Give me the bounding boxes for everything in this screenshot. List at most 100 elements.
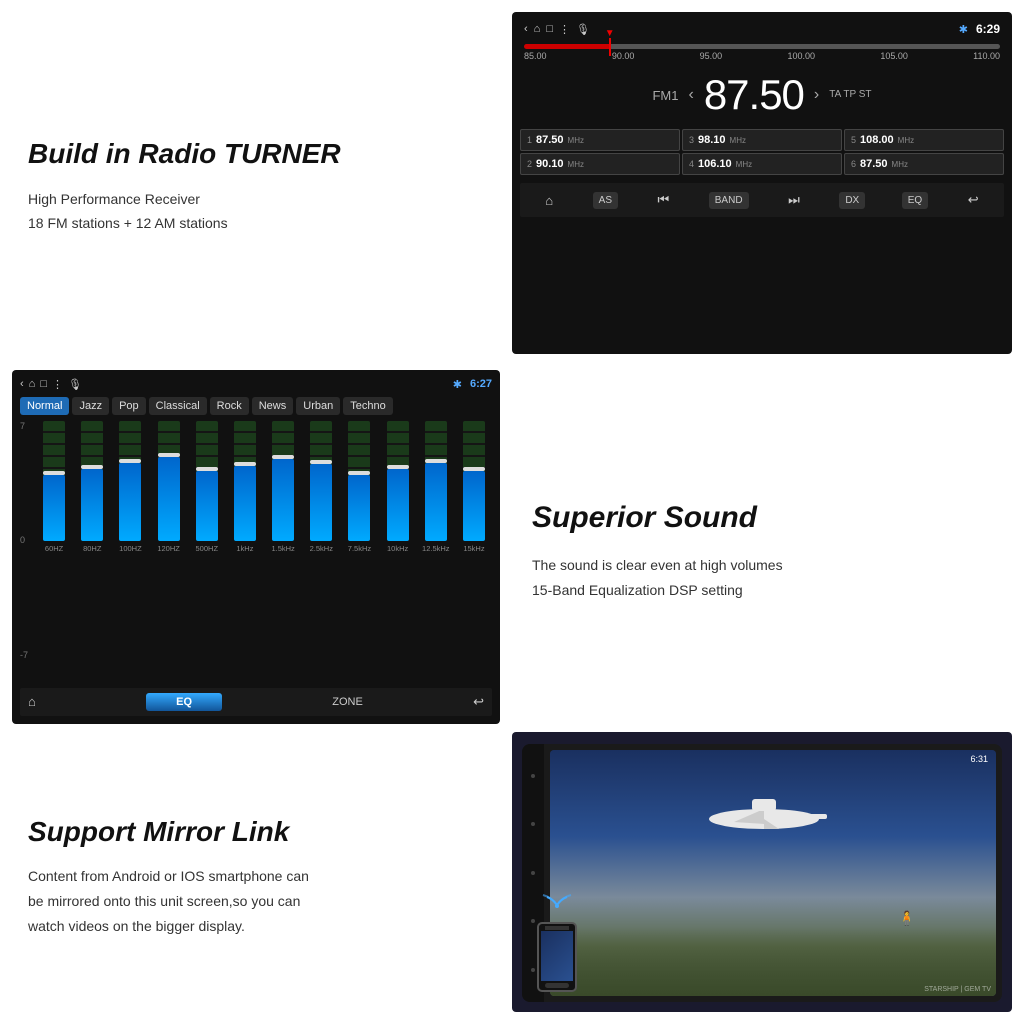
home-icon[interactable]: ⌂ (534, 23, 541, 35)
preset-freq: 98.10 (698, 134, 726, 146)
preset-freq: 108.00 (860, 134, 894, 146)
preset-item-1[interactable]: 1 87.50 MHz (520, 129, 680, 151)
preset-unit: MHz (568, 136, 584, 145)
side-dot-5 (531, 968, 535, 972)
eq-preset-urban[interactable]: Urban (296, 397, 340, 415)
car-unit: 6:31 🧍 STAR (522, 744, 1002, 1002)
eq-freq-12p5khz: 12.5kHz (418, 544, 454, 553)
preset-unit: MHz (892, 160, 908, 169)
eq-home-btn[interactable]: ⌂ (28, 694, 36, 709)
eq-presets: Normal Jazz Pop Classical Rock News Urba… (20, 397, 492, 415)
eq-bar-track-15khz[interactable] (463, 421, 485, 541)
eq-back-icon[interactable]: ‹ (20, 378, 24, 391)
side-dot-3 (531, 871, 535, 875)
radio-tuner-title: Build in Radio TURNER (28, 138, 492, 170)
mic-icon: 🎙 (576, 23, 590, 36)
eq-eq-btn[interactable]: EQ (146, 693, 222, 711)
preset-item-5[interactable]: 5 108.00 MHz (844, 129, 1004, 151)
eq-preset-jazz[interactable]: Jazz (72, 397, 109, 415)
eq-bar-handle-10khz[interactable] (387, 465, 409, 469)
band-btn[interactable]: BAND (709, 192, 749, 209)
eq-bar-handle-500hz[interactable] (196, 467, 218, 471)
preset-item-3[interactable]: 3 98.10 MHz (682, 129, 842, 151)
eq-bar-500hz (189, 421, 225, 541)
freq-main-row: FM1 ‹ 87.50 › TA TP ST (520, 65, 1004, 125)
freq-value: 87.50 (704, 71, 804, 119)
preset-num: 4 (689, 159, 694, 169)
menu-icon[interactable]: ⋮ (559, 23, 570, 36)
preset-item-2[interactable]: 2 90.10 MHz (520, 153, 680, 175)
eq-preset-pop[interactable]: Pop (112, 397, 146, 415)
eq-bar-track-7p5khz[interactable] (348, 421, 370, 541)
eq-bar-handle-1khz[interactable] (234, 462, 256, 466)
eq-bar-handle-15khz[interactable] (463, 467, 485, 471)
eq-bar-fill-500hz (196, 471, 218, 541)
eq-btn[interactable]: EQ (902, 192, 928, 209)
preset-freq: 90.10 (536, 158, 564, 170)
eq-back-btn[interactable]: ↩ (473, 694, 484, 710)
eq-freq-7p5khz: 7.5kHz (341, 544, 377, 553)
eq-bar-80hz (74, 421, 110, 541)
person-figure: 🧍 (898, 910, 915, 927)
dx-btn[interactable]: DX (839, 192, 865, 209)
square-icon[interactable]: □ (546, 23, 553, 35)
eq-bar-handle-120hz[interactable] (158, 453, 180, 457)
eq-time: 6:27 (470, 378, 492, 390)
eq-menu-icon[interactable]: ⋮ (52, 378, 63, 391)
eq-zone-btn[interactable]: ZONE (332, 696, 363, 708)
eq-screen: ‹ ⌂ □ ⋮ 🎙 ✱ 6:27 Normal Jazz Pop Classic… (12, 370, 500, 724)
prev-track-icon[interactable]: ⏮ (655, 189, 673, 211)
eq-bar-fill-1khz (234, 466, 256, 540)
eq-square-icon: □ (40, 378, 47, 391)
as-btn[interactable]: AS (593, 192, 618, 209)
eq-home-icon[interactable]: ⌂ (29, 378, 36, 391)
eq-bar-handle-12p5khz[interactable] (425, 459, 447, 463)
radio-tuner-desc-line2: 18 FM stations + 12 AM stations (28, 212, 492, 236)
eq-bar-track-2p5khz[interactable] (310, 421, 332, 541)
eq-bar-track-120hz[interactable] (158, 421, 180, 541)
preset-num: 1 (527, 135, 532, 145)
freq-band: FM1 (652, 88, 678, 103)
eq-freq-120hz: 120HZ (151, 544, 187, 553)
preset-unit: MHz (736, 160, 752, 169)
eq-preset-classical[interactable]: Classical (149, 397, 207, 415)
freq-prev-arrow[interactable]: ‹ (688, 86, 693, 104)
radio-screen: ‹ ⌂ □ ⋮ 🎙 ✱ 6:29 85.00 90.00 95.00 100.0… (512, 12, 1012, 354)
mirror-text-section: Support Mirror Link Content from Android… (0, 728, 512, 1024)
back-icon[interactable]: ‹ (524, 23, 528, 35)
back-control-icon[interactable]: ↩ (965, 189, 982, 211)
eq-bars (20, 421, 492, 541)
eq-bar-fill-100hz (119, 463, 141, 541)
eq-preset-news[interactable]: News (252, 397, 294, 415)
eq-bar-12p5khz (418, 421, 454, 541)
home-control-icon[interactable]: ⌂ (542, 190, 556, 211)
eq-bar-handle-60hz[interactable] (43, 471, 65, 475)
preset-item-4[interactable]: 4 106.10 MHz (682, 153, 842, 175)
eq-preset-techno[interactable]: Techno (343, 397, 392, 415)
eq-bar-track-60hz[interactable] (43, 421, 65, 541)
eq-preset-normal[interactable]: Normal (20, 397, 69, 415)
eq-freq-15khz: 15kHz (456, 544, 492, 553)
freq-next-arrow[interactable]: › (814, 86, 819, 104)
phone-home-button (545, 983, 569, 988)
eq-bar-track-10khz[interactable] (387, 421, 409, 541)
wifi-svg (541, 887, 573, 911)
sound-line1: The sound is clear even at high volumes (532, 553, 1004, 578)
eq-bar-handle-2p5khz[interactable] (310, 460, 332, 464)
eq-bar-handle-100hz[interactable] (119, 459, 141, 463)
eq-bar-handle-80hz[interactable] (81, 465, 103, 469)
phone-screen (541, 931, 573, 981)
eq-bar-handle-7p5khz[interactable] (348, 471, 370, 475)
eq-bar-track-80hz[interactable] (81, 421, 103, 541)
eq-preset-rock[interactable]: Rock (210, 397, 249, 415)
eq-bar-track-500hz[interactable] (196, 421, 218, 541)
eq-bar-track-1khz[interactable] (234, 421, 256, 541)
eq-bar-track-1p5khz[interactable] (272, 421, 294, 541)
next-track-icon[interactable]: ⏭ (785, 189, 803, 211)
eq-bar-7p5khz (341, 421, 377, 541)
eq-bar-handle-1p5khz[interactable] (272, 455, 294, 459)
freq-label-3: 100.00 (787, 51, 815, 61)
eq-bar-track-12p5khz[interactable] (425, 421, 447, 541)
eq-bar-track-100hz[interactable] (119, 421, 141, 541)
preset-item-6[interactable]: 6 87.50 MHz (844, 153, 1004, 175)
